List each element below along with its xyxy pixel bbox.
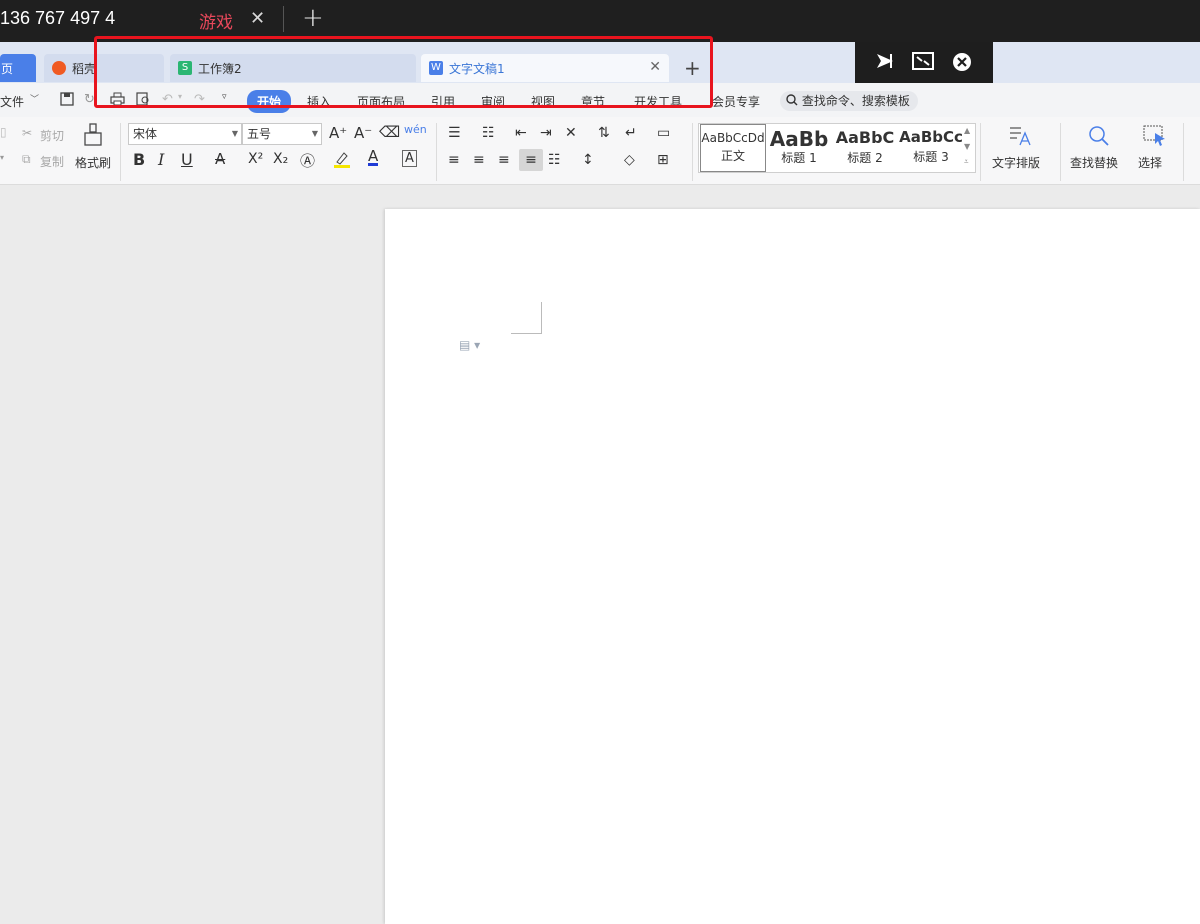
search-icon xyxy=(786,92,798,112)
style-heading-2-label: 标题 2 xyxy=(847,151,883,165)
divider xyxy=(692,123,693,181)
text-layout-button[interactable]: 文字排版 xyxy=(992,154,1040,171)
crop-mark xyxy=(511,333,542,334)
top-divider xyxy=(283,6,284,32)
divider xyxy=(120,123,121,181)
chevron-down-icon[interactable]: ﹀ xyxy=(30,92,39,105)
daoke-logo-icon xyxy=(52,61,66,75)
grow-font-icon[interactable]: A⁺ xyxy=(329,124,347,142)
show-marks-icon[interactable]: ↵ xyxy=(625,125,637,141)
bold-icon[interactable]: B xyxy=(133,150,145,169)
style-heading-3-label: 标题 3 xyxy=(913,150,949,164)
align-left-icon[interactable]: ≡ xyxy=(448,152,460,168)
italic-icon[interactable]: I xyxy=(158,150,164,169)
style-heading-1-preview: AaBb xyxy=(769,127,829,151)
command-search[interactable]: 查找命令、搜索模板 xyxy=(780,91,918,111)
game-tab[interactable]: 游戏 xyxy=(199,8,233,33)
close-circle-icon[interactable] xyxy=(952,52,972,75)
find-replace-icon xyxy=(1088,125,1110,150)
highlight-box xyxy=(94,36,713,108)
game-tab-close-icon[interactable]: ✕ xyxy=(250,8,265,29)
decrease-indent-icon[interactable]: ⇤ xyxy=(515,125,527,141)
styles-more-icon[interactable]: ⩡ xyxy=(964,157,969,167)
font-name-value: 宋体 xyxy=(133,127,158,141)
style-heading-1[interactable]: AaBb 标题 1 xyxy=(766,124,832,172)
increase-indent-icon[interactable]: ⇥ xyxy=(540,125,552,141)
pinyin-icon[interactable]: wén xyxy=(404,123,427,136)
chinese-layout-icon[interactable]: ✕ xyxy=(565,125,577,141)
font-name-select[interactable]: 宋体 ▼ xyxy=(128,123,242,145)
divider xyxy=(980,123,981,181)
highlight-icon[interactable] xyxy=(333,150,351,171)
style-heading-3[interactable]: AaBbCc 标题 3 xyxy=(898,124,964,172)
shading-icon[interactable]: ◇ xyxy=(624,152,635,168)
new-top-tab-icon[interactable]: + xyxy=(302,3,324,33)
select-icon xyxy=(1143,125,1167,150)
justify-icon[interactable]: ≡ xyxy=(519,149,543,171)
menu-member[interactable]: 会员专享 xyxy=(712,93,760,110)
styles-scroll-down-icon[interactable]: ▼ xyxy=(964,142,970,151)
menu-file[interactable]: 文件 xyxy=(0,93,24,110)
underline-icon[interactable]: U xyxy=(181,150,193,169)
format-painter-icon xyxy=(83,123,103,150)
numbered-list-icon[interactable]: ☷ xyxy=(482,125,495,141)
divider xyxy=(436,123,437,181)
copy-button[interactable]: 复制 xyxy=(40,153,64,170)
format-painter-button[interactable]: 格式刷 xyxy=(75,154,111,171)
ribbon: ▯ ▾ ✂ 剪切 ⧉ 复制 格式刷 宋体 ▼ 五号 ▼ A⁺ A⁻ ⌫ wén … xyxy=(0,117,1200,185)
paste-icon[interactable]: ▯ xyxy=(0,125,7,139)
align-right-icon[interactable]: ≡ xyxy=(498,152,510,168)
scissors-icon: ✂ xyxy=(22,126,33,140)
subscript-icon[interactable]: X₂ xyxy=(273,151,288,167)
style-normal[interactable]: AaBbCcDd 正文 xyxy=(700,124,766,172)
style-heading-2[interactable]: AaBbC 标题 2 xyxy=(832,124,898,172)
sort-icon[interactable]: ⇅ xyxy=(598,125,610,141)
style-heading-3-preview: AaBbCc xyxy=(899,128,963,146)
find-replace-button[interactable]: 查找替换 xyxy=(1070,154,1118,171)
line-spacing-icon[interactable]: ↕ xyxy=(582,152,594,168)
text-layout-icon xyxy=(1008,125,1032,150)
resize-icon[interactable] xyxy=(912,52,934,73)
font-color-icon[interactable]: A xyxy=(368,149,379,166)
styles-gallery: AaBbCcDd 正文 AaBb 标题 1 AaBbC 标题 2 AaBbCc … xyxy=(698,123,976,173)
divider xyxy=(1183,123,1184,181)
document-icon[interactable]: ▤ ▾ xyxy=(459,338,480,352)
divider xyxy=(1060,123,1061,181)
tab-home[interactable]: 页 xyxy=(0,54,36,82)
tab-home-label: 页 xyxy=(1,61,14,76)
copy-icon: ⧉ xyxy=(22,152,31,166)
select-button[interactable]: 选择 xyxy=(1138,154,1162,171)
superscript-icon[interactable]: X² xyxy=(248,151,263,167)
font-size-chevron-icon: ▼ xyxy=(311,129,318,138)
distribute-icon[interactable]: ☷ xyxy=(548,152,561,168)
font-size-value: 五号 xyxy=(247,127,272,141)
font-size-select[interactable]: 五号 ▼ xyxy=(242,123,322,145)
tab-strip-right xyxy=(993,42,1200,83)
text-effect-icon[interactable]: Ⓐ xyxy=(300,150,315,171)
account-number: 136 767 497 4 xyxy=(0,8,116,28)
cut-button[interactable]: 剪切 xyxy=(40,127,64,144)
bullet-list-icon[interactable]: ☰ xyxy=(448,125,461,141)
style-heading-1-label: 标题 1 xyxy=(781,151,817,165)
shrink-font-icon[interactable]: A⁻ xyxy=(354,124,372,142)
align-center-icon[interactable]: ≡ xyxy=(473,152,485,168)
strikethrough-icon[interactable]: A xyxy=(215,150,225,168)
tab-daoke-label: 稻壳 xyxy=(72,61,97,76)
style-normal-preview: AaBbCcDd xyxy=(701,131,765,145)
clear-format-icon[interactable]: ⌫ xyxy=(379,123,400,141)
paste-arrow-icon[interactable]: ▾ xyxy=(0,153,4,162)
borders-icon[interactable]: ⊞ xyxy=(657,152,669,168)
float-controls xyxy=(855,42,993,83)
style-heading-2-preview: AaBbC xyxy=(835,128,895,147)
play-icon[interactable] xyxy=(875,52,895,73)
search-placeholder: 查找命令、搜索模板 xyxy=(801,94,910,108)
font-name-chevron-icon: ▼ xyxy=(231,129,238,138)
char-border-icon[interactable]: A xyxy=(402,150,417,167)
save-icon[interactable] xyxy=(60,92,74,110)
crop-mark xyxy=(541,302,542,334)
table-grid-icon[interactable]: ▭ xyxy=(657,125,670,141)
style-normal-label: 正文 xyxy=(720,149,745,163)
document-page[interactable] xyxy=(385,209,1200,924)
styles-scroll-up-icon[interactable]: ▲ xyxy=(964,126,970,135)
